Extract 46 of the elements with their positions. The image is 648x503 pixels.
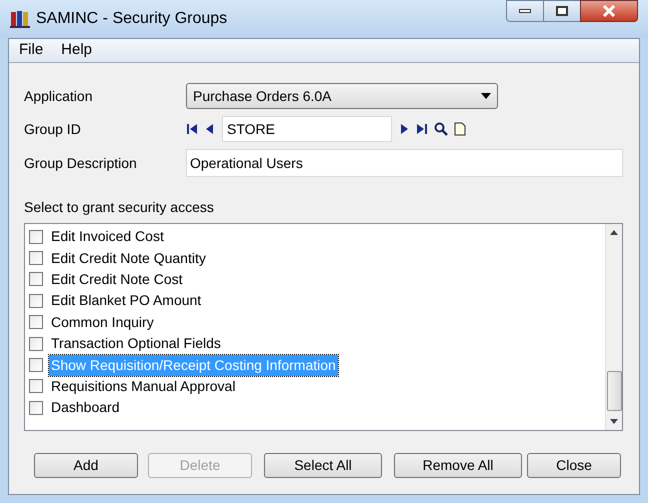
- next-record-icon[interactable]: [398, 123, 410, 135]
- checkbox[interactable]: [29, 358, 43, 372]
- scroll-thumb[interactable]: [606, 371, 622, 411]
- first-record-icon[interactable]: [186, 123, 198, 135]
- scroll-down-icon[interactable]: [610, 419, 618, 424]
- list-item[interactable]: Edit Credit Note Cost: [49, 268, 184, 290]
- dialog-button[interactable]: Select All: [264, 453, 382, 478]
- scrollbar[interactable]: [605, 224, 622, 430]
- close-icon: [602, 5, 616, 17]
- previous-record-icon[interactable]: [204, 123, 216, 135]
- list-item[interactable]: Transaction Optional Fields: [49, 333, 223, 354]
- menu-item[interactable]: File: [19, 39, 44, 62]
- checkbox[interactable]: [29, 379, 43, 394]
- scroll-up-icon[interactable]: [610, 230, 618, 235]
- list-item[interactable]: Common Inquiry: [49, 312, 156, 333]
- checkbox[interactable]: [29, 251, 43, 266]
- new-document-icon[interactable]: [454, 122, 466, 136]
- list-item[interactable]: Dashboard: [49, 397, 122, 418]
- last-record-icon[interactable]: [416, 123, 428, 135]
- dialog-button[interactable]: Add: [34, 453, 138, 478]
- checkbox[interactable]: [29, 230, 43, 244]
- close-window-button[interactable]: [580, 0, 638, 22]
- list-item[interactable]: Edit Invoiced Cost: [49, 226, 166, 248]
- maximize-button[interactable]: [544, 0, 580, 22]
- list-item[interactable]: Edit Blanket PO Amount: [49, 290, 204, 312]
- checkbox[interactable]: [29, 272, 43, 286]
- dialog-button[interactable]: Remove All: [394, 453, 522, 478]
- group-id-field[interactable]: STORE: [222, 116, 392, 142]
- menu-item[interactable]: Help: [61, 39, 92, 62]
- list-item[interactable]: Requisitions Manual Approval: [49, 376, 238, 397]
- list-item[interactable]: Edit Credit Note Quantity: [49, 248, 208, 269]
- field-label: Group ID: [24, 120, 82, 139]
- minimize-button[interactable]: [506, 0, 544, 22]
- dropdown-arrow-icon: [481, 93, 491, 99]
- checkbox[interactable]: [29, 336, 43, 351]
- checkbox[interactable]: [29, 294, 43, 308]
- field-label: Application: [24, 86, 94, 106]
- dialog-button[interactable]: Close: [527, 453, 621, 478]
- field-label: Group Description: [24, 154, 138, 173]
- checkbox[interactable]: [29, 315, 43, 330]
- window-title: SAMINC - Security Groups: [36, 9, 228, 29]
- search-icon[interactable]: [434, 122, 448, 136]
- group-description-field[interactable]: Operational Users: [186, 149, 623, 177]
- section-label: Select to grant security access: [24, 198, 215, 217]
- application-dropdown[interactable]: Purchase Orders 6.0A: [186, 83, 498, 109]
- checkbox[interactable]: [29, 400, 43, 415]
